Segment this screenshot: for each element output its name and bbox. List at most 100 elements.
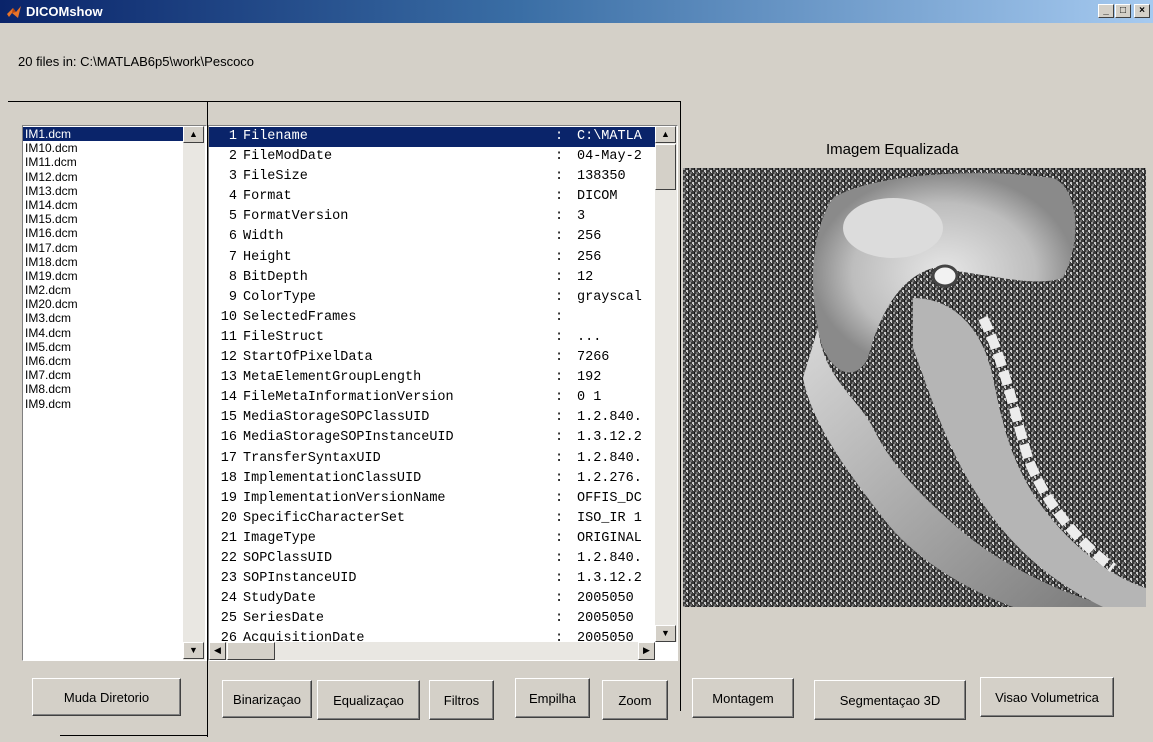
info-num: 21: [220, 530, 237, 546]
info-val: grayscal: [577, 289, 642, 305]
file-list-item[interactable]: IM10.dcm: [23, 141, 183, 155]
info-row[interactable]: 7 Height 256:: [209, 248, 655, 268]
image-title: Imagem Equalizada: [826, 141, 959, 158]
file-list-item[interactable]: IM1.dcm: [23, 127, 183, 142]
info-row[interactable]: 23 SOPInstanceUID 1.3.12.2:: [209, 569, 655, 589]
file-list-item[interactable]: IM6.dcm: [23, 354, 183, 368]
arrow-up-icon[interactable]: ▲: [183, 126, 204, 143]
info-separator: :: [555, 611, 564, 627]
info-row[interactable]: 20 SpecificCharacterSet ISO_IR 1:: [209, 509, 655, 529]
info-row[interactable]: 25 SeriesDate 2005050:: [209, 609, 655, 629]
info-key: ColorType: [243, 289, 316, 305]
info-num: 25: [220, 611, 237, 627]
info-row[interactable]: 4 Format DICOM:: [209, 187, 655, 207]
muda-diretorio-button[interactable]: Muda Diretorio: [32, 678, 181, 716]
info-key: SeriesDate: [243, 611, 325, 627]
info-separator: :: [555, 229, 564, 245]
info-key: Filename: [243, 129, 308, 144]
info-val: 138350: [577, 169, 626, 185]
info-row[interactable]: 2 FileModDate 04-May-2:: [209, 147, 655, 167]
arrow-down-icon[interactable]: ▼: [655, 625, 676, 642]
info-row[interactable]: 9 ColorType grayscal:: [209, 288, 655, 308]
info-row[interactable]: 6 Width 256:: [209, 227, 655, 247]
info-num: 8: [228, 269, 237, 285]
minimize-button[interactable]: _: [1098, 4, 1114, 18]
matlab-logo-icon: [7, 6, 21, 18]
file-list-item[interactable]: IM20.dcm: [23, 297, 183, 311]
arrow-left-icon[interactable]: ◀: [209, 642, 226, 660]
dicom-info-listbox[interactable]: 1 Filename C:\MATLA:2 FileModDate 04-May-2:3…: [208, 125, 678, 661]
info-num: 11: [220, 329, 237, 345]
info-row[interactable]: 11 FileStruct...:: [209, 328, 655, 348]
info-row[interactable]: 10 SelectedFrames:: [209, 308, 655, 328]
file-list-item[interactable]: IM16.dcm: [23, 226, 183, 240]
info-separator: :: [555, 149, 564, 165]
info-row[interactable]: 13 MetaElementGroupLength 192:: [209, 368, 655, 388]
file-list-item[interactable]: IM9.dcm: [23, 397, 183, 411]
filtros-button[interactable]: Filtros: [429, 680, 494, 720]
info-key: TransferSyntaxUID: [243, 450, 381, 466]
maximize-button[interactable]: □: [1115, 4, 1131, 18]
close-button[interactable]: ×: [1134, 4, 1150, 18]
file-list-item[interactable]: IM12.dcm: [23, 170, 183, 184]
binarizacao-button[interactable]: Binarizaçao: [222, 680, 312, 718]
info-row[interactable]: 3 FileSize 138350:: [209, 167, 655, 187]
scroll-thumb[interactable]: [655, 144, 676, 190]
info-key: SOPClassUID: [243, 550, 333, 566]
scroll-thumb[interactable]: [227, 642, 275, 660]
info-key: SOPInstanceUID: [243, 571, 357, 587]
file-list-item[interactable]: IM11.dcm: [23, 155, 183, 169]
file-list-item[interactable]: IM19.dcm: [23, 269, 183, 283]
arrow-right-icon[interactable]: ▶: [638, 642, 655, 660]
montagem-button[interactable]: Montagem: [692, 678, 794, 718]
file-list-item[interactable]: IM3.dcm: [23, 311, 183, 325]
info-row[interactable]: 26 AcquisitionDate 2005050:: [209, 629, 655, 642]
info-key: Width: [243, 229, 284, 245]
info-num: 2: [228, 149, 237, 165]
info-row[interactable]: 22 SOPClassUID 1.2.840.:: [209, 549, 655, 569]
file-list-scrollbar[interactable]: ▲ ▼: [183, 126, 205, 660]
file-list-item[interactable]: IM18.dcm: [23, 255, 183, 269]
info-row[interactable]: 18 ImplementationClassUID 1.2.276.:: [209, 469, 655, 489]
file-list-item[interactable]: IM8.dcm: [23, 382, 183, 396]
info-row[interactable]: 12 StartOfPixelData 7266:: [209, 348, 655, 368]
info-row[interactable]: 5 FormatVersion 3:: [209, 207, 655, 227]
arrow-down-icon[interactable]: ▼: [183, 642, 204, 659]
empilha-button[interactable]: Empilha: [515, 678, 590, 718]
info-vertical-scrollbar[interactable]: ▲ ▼: [655, 126, 677, 642]
info-horizontal-scrollbar[interactable]: ◀ ▶: [209, 642, 655, 660]
info-row[interactable]: 15 MediaStorageSOPClassUID 1.2.840.:: [209, 408, 655, 428]
file-list-item[interactable]: IM15.dcm: [23, 212, 183, 226]
equalizacao-button[interactable]: Equalizaçao: [317, 680, 420, 720]
info-row[interactable]: 16 MediaStorageSOPInstanceUID 1.3.12.2:: [209, 428, 655, 448]
info-row[interactable]: 8 BitDepth 12:: [209, 268, 655, 288]
title-bar: DICOMshow _ □ ×: [0, 0, 1153, 23]
info-row[interactable]: 19 ImplementationVersionName OFFIS_DC:: [209, 489, 655, 509]
file-list-item[interactable]: IM2.dcm: [23, 283, 183, 297]
info-key: BitDepth: [243, 269, 308, 285]
file-list-item[interactable]: IM5.dcm: [23, 340, 183, 354]
info-val: 1.3.12.2: [577, 430, 642, 446]
info-val: DICOM: [577, 189, 618, 205]
info-row[interactable]: 24 StudyDate 2005050:: [209, 589, 655, 609]
info-key: ImplementationClassUID: [243, 470, 422, 486]
file-listbox[interactable]: IM1.dcm IM10.dcm IM11.dcm IM12.dcm IM13.dcm I…: [22, 125, 207, 661]
info-val: 12: [577, 269, 594, 285]
info-separator: :: [555, 189, 564, 205]
zoom-button[interactable]: Zoom: [602, 680, 668, 720]
file-list-item[interactable]: IM4.dcm: [23, 326, 183, 340]
info-row[interactable]: 21 ImageType ORIGINAL:: [209, 529, 655, 549]
file-list-item[interactable]: IM7.dcm: [23, 368, 183, 382]
visao-volumetrica-button[interactable]: Visao Volumetrica: [980, 677, 1114, 717]
file-list-item[interactable]: IM13.dcm: [23, 184, 183, 198]
arrow-up-icon[interactable]: ▲: [655, 126, 676, 143]
info-key: Format: [243, 189, 292, 205]
info-val: 04-May-2: [577, 149, 642, 165]
info-num: 5: [228, 209, 237, 225]
file-list-item[interactable]: IM17.dcm: [23, 241, 183, 255]
segmentacao-3d-button[interactable]: Segmentaçao 3D: [814, 680, 966, 720]
info-row[interactable]: 17 TransferSyntaxUID 1.2.840.:: [209, 449, 655, 469]
info-row[interactable]: 14 FileMetaInformationVersion 0 1:: [209, 388, 655, 408]
info-row[interactable]: 1 Filename C:\MATLA:: [209, 127, 655, 148]
file-list-item[interactable]: IM14.dcm: [23, 198, 183, 212]
